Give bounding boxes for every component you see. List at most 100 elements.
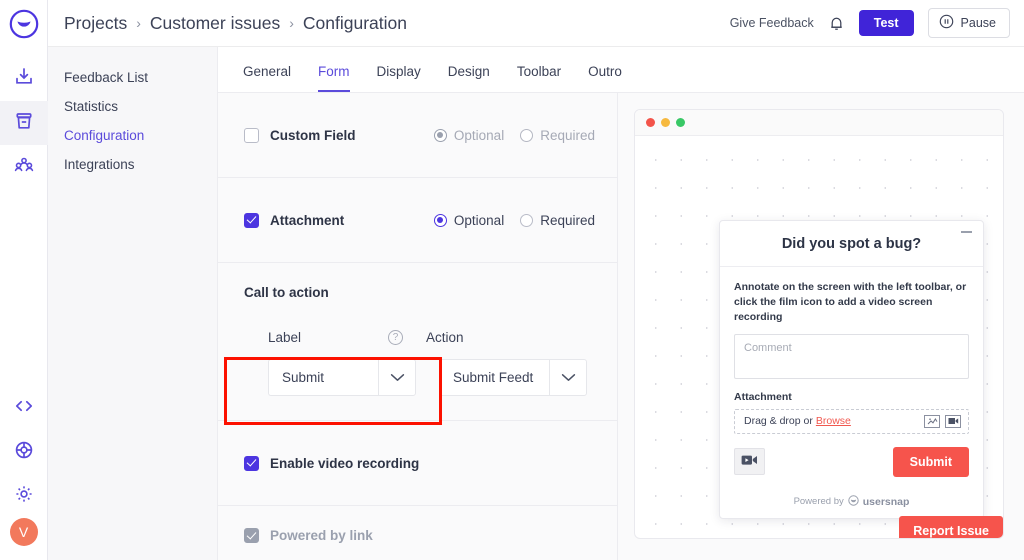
tab-bar: General Form Display Design Toolbar Outr… — [218, 47, 1024, 93]
cta-label-header: Label — [268, 330, 302, 345]
minimize-icon[interactable] — [961, 231, 972, 233]
panes: Custom Field Optional Required Attachmen… — [218, 93, 1024, 560]
call-to-action-title: Call to action — [244, 285, 329, 300]
custom-field-label: Custom Field — [270, 127, 356, 143]
give-feedback-link[interactable]: Give Feedback — [730, 16, 814, 30]
chevron-down-icon[interactable] — [549, 359, 587, 396]
tab-display[interactable]: Display — [377, 64, 421, 92]
video-camera-icon — [741, 453, 758, 471]
custom-field-required-label: Required — [540, 127, 595, 143]
sidebar-item-integrations[interactable]: Integrations — [48, 150, 217, 179]
attachment-required-label: Required — [540, 212, 595, 228]
question-mark-help-icon[interactable]: ? — [388, 330, 403, 345]
form-settings-list: Custom Field Optional Required Attachmen… — [218, 93, 618, 560]
attachment-radio-group: Optional Required — [433, 213, 595, 228]
widget-submit-button[interactable]: Submit — [892, 446, 969, 477]
setting-row-enable-video-recording: Enable video recording — [218, 421, 617, 506]
usersnap-logo-icon[interactable] — [9, 9, 39, 44]
comment-input[interactable]: Comment — [734, 333, 969, 379]
enable-video-recording-checkbox[interactable] — [244, 455, 259, 471]
top-bar: Projects › Customer issues › Configurati… — [48, 0, 1024, 47]
pause-circle-icon — [939, 14, 954, 32]
tab-toolbar[interactable]: Toolbar — [517, 64, 561, 92]
body-region: Feedback List Statistics Configuration I… — [48, 47, 1024, 560]
cta-action-select[interactable]: Submit Feedt — [439, 359, 587, 396]
image-attachment-icon[interactable] — [924, 414, 940, 428]
browser-mock: Did you spot a bug? Annotate on the scre… — [634, 109, 1004, 539]
custom-field-radio-group: Optional Required — [433, 127, 595, 143]
tab-form[interactable]: Form — [318, 64, 350, 92]
enable-video-recording-label: Enable video recording — [270, 455, 420, 471]
cta-action-value: Submit Feedt — [439, 359, 549, 396]
window-close-dot-icon — [646, 118, 655, 127]
tab-general[interactable]: General — [243, 64, 291, 92]
sidebar-item-configuration[interactable]: Configuration — [48, 121, 217, 150]
rail-item-projects[interactable] — [0, 101, 48, 145]
code-brackets-icon — [13, 395, 35, 422]
app-root: V Projects › Customer issues › Configura… — [0, 0, 1024, 560]
widget-help-text: Annotate on the screen with the left too… — [734, 281, 967, 323]
radio-dot-icon — [520, 213, 534, 227]
usersnap-logo-icon — [848, 495, 859, 509]
breadcrumb-configuration[interactable]: Configuration — [303, 13, 407, 34]
cta-label-select[interactable]: Submit — [268, 359, 416, 396]
left-icon-rail: V — [0, 0, 48, 560]
lifebuoy-help-icon — [13, 439, 35, 466]
radio-dot-icon — [520, 128, 534, 142]
setting-row-powered-by-link: Powered by link — [218, 506, 617, 560]
attachment-optional-radio[interactable]: Optional — [433, 213, 504, 228]
feedback-widget: Did you spot a bug? Annotate on the scre… — [719, 220, 984, 519]
radio-dot-icon — [433, 128, 447, 142]
chevron-down-icon[interactable] — [378, 359, 416, 396]
setting-row-call-to-action: Call to action Label ? Action Submit Sub… — [218, 263, 617, 421]
radio-dot-icon — [433, 213, 447, 227]
widget-header: Did you spot a bug? — [720, 221, 983, 267]
top-bar-actions: Give Feedback Test Pause — [730, 8, 1010, 38]
pause-button[interactable]: Pause — [927, 8, 1010, 38]
custom-field-optional-radio[interactable]: Optional — [433, 127, 505, 143]
dropzone-icons — [924, 414, 961, 428]
rail-item-inbox[interactable] — [0, 57, 48, 101]
rail-item-settings[interactable] — [0, 474, 48, 518]
team-people-icon — [13, 154, 35, 181]
call-to-action-fields: Submit Submit Feedt — [244, 359, 595, 396]
rail-item-help[interactable] — [0, 430, 48, 474]
download-inbox-icon — [13, 66, 35, 93]
pause-button-label: Pause — [960, 16, 996, 30]
sidebar-item-feedback-list[interactable]: Feedback List — [48, 63, 217, 92]
rail-item-developers[interactable] — [0, 386, 48, 430]
custom-field-optional-label: Optional — [453, 127, 505, 143]
custom-field-required-radio[interactable]: Required — [520, 128, 595, 143]
cta-label-value: Submit — [268, 359, 378, 396]
attachment-dropzone[interactable]: Drag & drop or Browse — [734, 408, 969, 434]
breadcrumb-projects[interactable]: Projects — [64, 13, 127, 34]
call-to-action-headers: Label ? Action — [244, 330, 595, 345]
breadcrumb-customer-issues[interactable]: Customer issues — [150, 13, 280, 34]
window-maximize-dot-icon — [676, 118, 685, 127]
bell-notification-icon[interactable] — [828, 15, 845, 32]
report-issue-button[interactable]: Report Issue — [899, 516, 1003, 538]
attachment-checkbox[interactable] — [244, 212, 259, 228]
archive-box-icon — [13, 110, 35, 137]
breadcrumb-separator: › — [136, 15, 141, 31]
tab-design[interactable]: Design — [448, 64, 490, 92]
powered-by-link-label: Powered by link — [270, 528, 373, 543]
breadcrumb-separator: › — [289, 15, 294, 31]
video-attachment-icon[interactable] — [945, 414, 961, 428]
setting-row-attachment: Attachment Optional Required — [218, 178, 617, 263]
sidebar-item-statistics[interactable]: Statistics — [48, 92, 217, 121]
avatar[interactable]: V — [9, 518, 38, 546]
content-region: General Form Display Design Toolbar Outr… — [218, 47, 1024, 560]
tab-outro[interactable]: Outro — [588, 64, 622, 92]
project-sidenav: Feedback List Statistics Configuration I… — [48, 47, 218, 560]
browse-link[interactable]: Browse — [816, 415, 851, 427]
powered-by-text: Powered by — [793, 496, 844, 508]
widget-title: Did you spot a bug? — [781, 235, 922, 252]
attachment-required-radio[interactable]: Required — [520, 213, 595, 228]
setting-row-custom-field: Custom Field Optional Required — [218, 93, 617, 178]
custom-field-checkbox[interactable] — [244, 127, 259, 143]
rail-item-team[interactable] — [0, 145, 48, 189]
video-record-button[interactable] — [734, 448, 765, 476]
test-button[interactable]: Test — [858, 10, 914, 36]
widget-attachment-label: Attachment — [734, 390, 792, 403]
